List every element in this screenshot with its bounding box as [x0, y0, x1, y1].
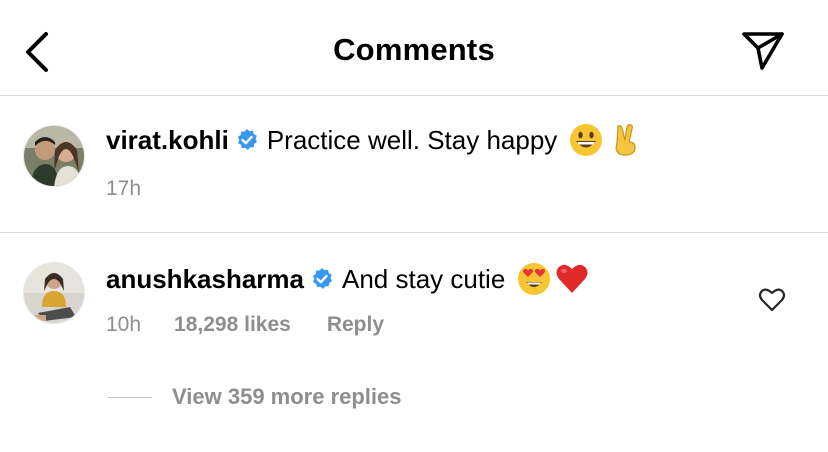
- avatar[interactable]: [23, 262, 85, 324]
- grinning-face-emoji: [570, 124, 603, 156]
- comment-meta: 10h 18,298 likes Reply: [106, 313, 384, 337]
- likes-count[interactable]: 18,298 likes: [174, 313, 291, 337]
- heart-outline-icon: [758, 288, 786, 312]
- red-heart-emoji: [556, 264, 588, 293]
- reply-button[interactable]: Reply: [327, 313, 384, 337]
- share-button[interactable]: [738, 26, 788, 74]
- timestamp: 10h: [106, 313, 142, 336]
- view-more-replies-button[interactable]: View 359 more replies: [108, 384, 402, 410]
- comment-text: And stay cutie: [341, 263, 506, 294]
- verified-badge-icon: [237, 129, 257, 150]
- heart-eyes-emoji: [518, 263, 551, 295]
- header-bar: Comments: [0, 0, 828, 96]
- comment-line: anushkasharma And stay cutie: [106, 262, 589, 296]
- caption-comment: virat.kohli Practice well. Stay happy 17…: [0, 97, 828, 233]
- like-button[interactable]: [758, 287, 786, 313]
- page-title: Comments: [333, 32, 495, 67]
- caption-line: virat.kohli Practice well. Stay happy: [106, 123, 643, 157]
- paper-plane-icon: [742, 32, 784, 70]
- divider-line: [108, 396, 152, 398]
- username[interactable]: anushkasharma: [106, 264, 304, 295]
- caption-meta: 17h: [106, 177, 141, 201]
- timestamp: 17h: [106, 177, 142, 200]
- username[interactable]: virat.kohli: [106, 125, 229, 156]
- comment-text: Practice well. Stay happy: [266, 124, 558, 155]
- view-more-replies-label: View 359 more replies: [172, 384, 402, 409]
- avatar[interactable]: [23, 125, 85, 187]
- verified-badge-icon: [312, 268, 332, 289]
- victory-hand-emoji: [615, 124, 636, 156]
